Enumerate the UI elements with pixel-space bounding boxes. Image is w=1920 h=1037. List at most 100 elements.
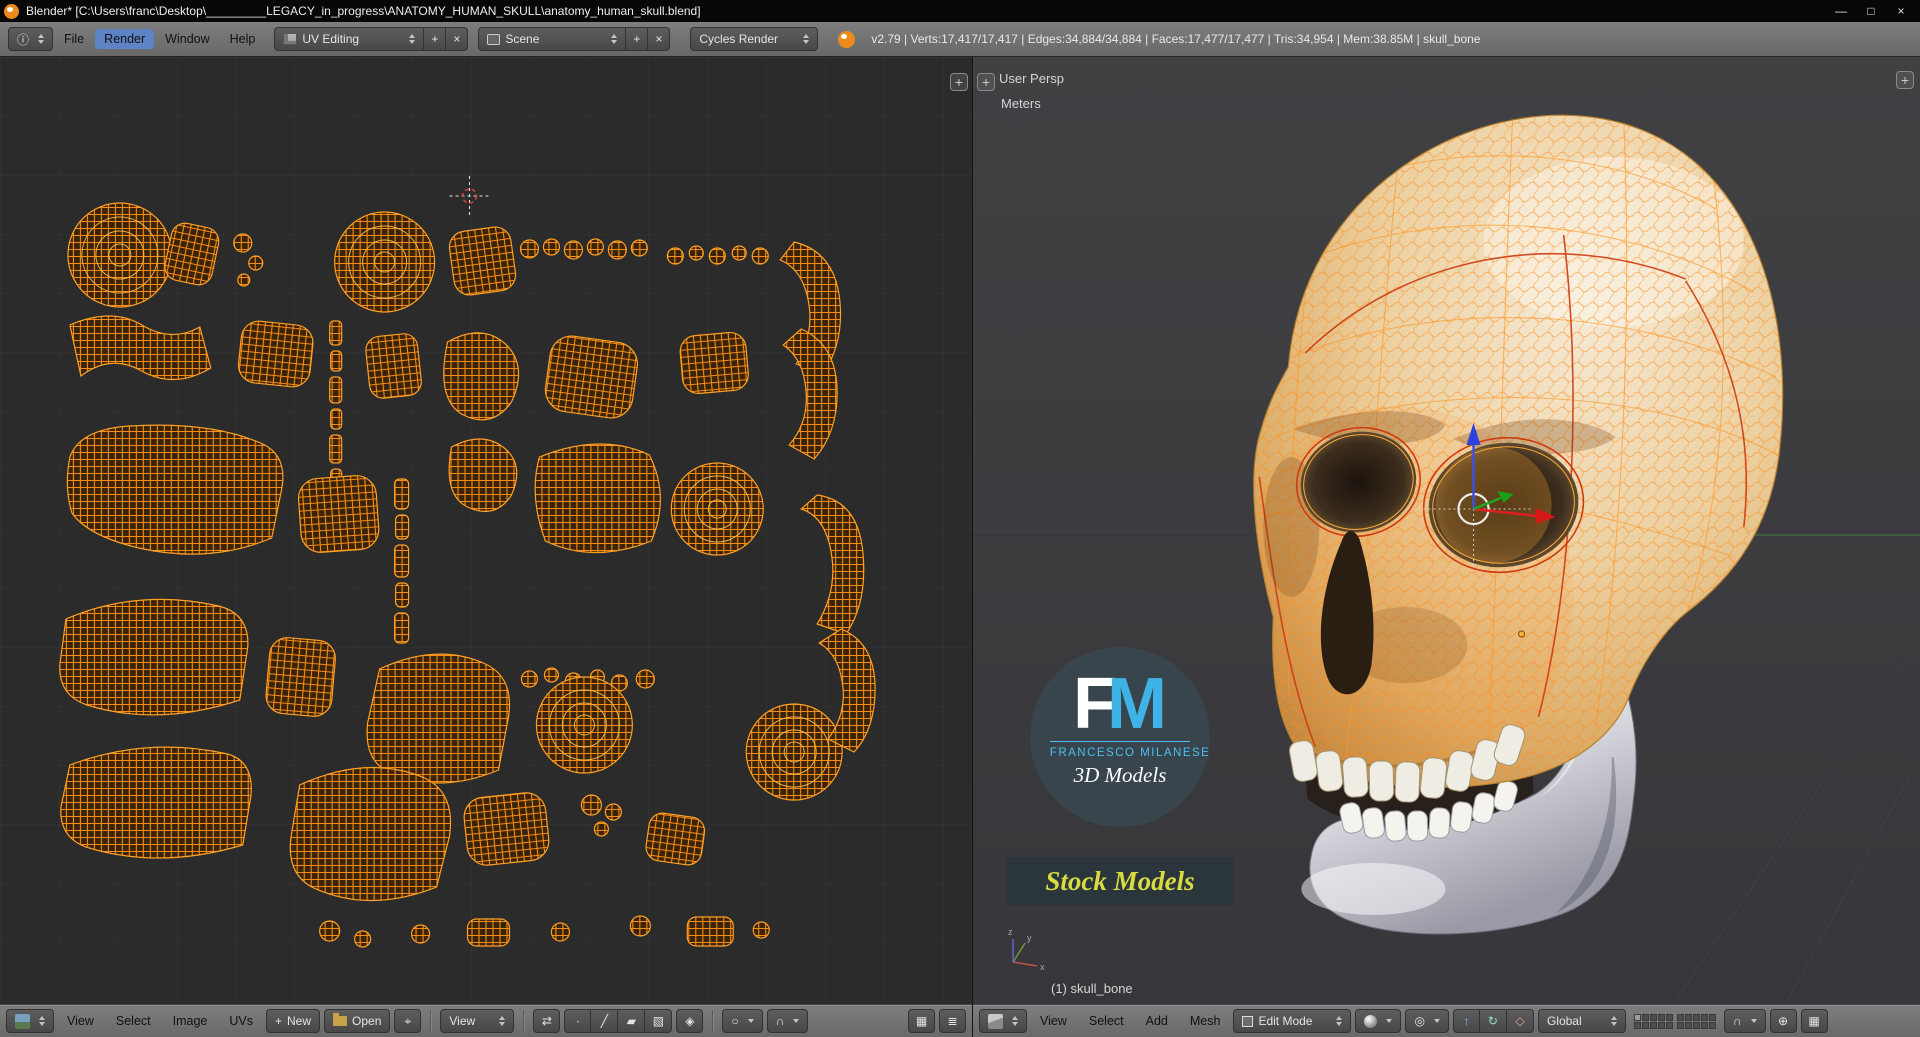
scene-icon [487, 33, 501, 45]
editor-type-button-image[interactable] [6, 1009, 54, 1033]
render-engine-value: Cycles Render [699, 32, 779, 46]
chevron-updown-icon [1750, 1019, 1757, 1023]
sticky-select-icon[interactable]: ◈ [676, 1009, 704, 1033]
screen-layout-value: UV Editing [302, 32, 360, 46]
v3d-menu-add[interactable]: Add [1137, 1011, 1177, 1031]
pivot-icon: ◎ [1414, 1014, 1425, 1028]
scene-value: Scene [505, 32, 540, 46]
uv-view-dropdown[interactable]: View [440, 1009, 515, 1033]
proportional-edit-icon[interactable]: ○ [722, 1009, 763, 1033]
screen-layout-dropdown[interactable]: UV Editing [274, 27, 425, 51]
scene-add-button[interactable]: + [626, 27, 649, 51]
editor-type-button-3d[interactable] [979, 1009, 1027, 1033]
uv-menu-uvs[interactable]: UVs [220, 1011, 262, 1031]
uv-editor-pane: + View Select Image UVs + New Open ⌖ Vie… [0, 57, 973, 1037]
render-preview-icon[interactable]: ▦ [1800, 1009, 1828, 1033]
snap-magnet-icon[interactable]: ∩ [1723, 1009, 1766, 1033]
chevron-updown-icon [1610, 1016, 1617, 1026]
plus-icon: + [275, 1014, 283, 1028]
pin-icon-button[interactable]: ⌖ [394, 1009, 422, 1033]
viewport-name-label: User Persp [999, 71, 1065, 86]
mode-dropdown[interactable]: Edit Mode [1233, 1009, 1352, 1033]
v3d-menu-view[interactable]: View [1031, 1011, 1076, 1031]
view3d-editor-icon [988, 1013, 1003, 1029]
mode-value: Edit Mode [1258, 1014, 1313, 1028]
uv-editor-header: View Select Image UVs + New Open ⌖ View … [0, 1004, 972, 1037]
uv-canvas[interactable]: + [0, 57, 972, 1004]
screen-layout-add-button[interactable]: + [424, 27, 447, 51]
uv-list-toggle-icon[interactable]: ≣ [939, 1009, 966, 1033]
object-origin-dot [1518, 630, 1526, 638]
active-object-label: (1) skull_bone [1051, 981, 1133, 996]
manipulator-translate-icon[interactable]: ↑ [1452, 1009, 1480, 1033]
pivot-point-dropdown[interactable]: ◎ [1405, 1009, 1449, 1033]
edit-mode-icon [1242, 1015, 1254, 1027]
menu-render[interactable]: Render [95, 29, 155, 49]
orientation-dropdown[interactable]: Global [1537, 1009, 1626, 1033]
maximize-button[interactable]: □ [1856, 0, 1886, 22]
region-expand-icon[interactable]: + [950, 73, 968, 91]
uv-canvas-svg [0, 57, 972, 1004]
chevron-updown-icon [747, 1019, 754, 1023]
uv-grid-toggle-icon[interactable]: ▦ [908, 1009, 935, 1033]
manipulator-rotate-icon[interactable]: ↻ [1479, 1009, 1507, 1033]
chevron-updown-icon [803, 34, 810, 44]
manipulator-scale-icon[interactable]: ◇ [1506, 1009, 1534, 1033]
viewport-pane: x y z User Persp Meters (1) skull_bone F… [973, 57, 1920, 1037]
folder-icon [333, 1013, 348, 1026]
blender-app-icon [4, 3, 19, 19]
snap-magnet-icon[interactable]: ∩ [766, 1009, 809, 1033]
region-expand-icon[interactable]: + [977, 73, 995, 91]
svg-text:z: z [1008, 927, 1013, 937]
open-image-button[interactable]: Open [324, 1009, 391, 1033]
orientation-value: Global [1546, 1014, 1582, 1028]
v3d-menu-mesh[interactable]: Mesh [1181, 1011, 1230, 1031]
island-select-icon[interactable]: ▧ [645, 1009, 673, 1033]
screen-layout-selector: UV Editing + × [274, 27, 469, 51]
info-editor-type-button[interactable]: ⓘ [8, 27, 54, 51]
new-image-button[interactable]: + New [266, 1009, 321, 1033]
chevron-updown-icon [611, 34, 618, 44]
chevron-updown-icon [38, 34, 45, 44]
render-engine-dropdown[interactable]: Cycles Render [690, 27, 819, 51]
viewport-header: View Select Add Mesh Edit Mode ◎ ↑ ↻ ◇ G… [973, 1004, 1920, 1037]
image-editor-icon [15, 1013, 30, 1029]
close-button[interactable]: × [1886, 0, 1916, 22]
vertex-select-icon[interactable]: ∙ [564, 1009, 592, 1033]
shading-sphere-icon [1364, 1014, 1378, 1028]
edge-select-icon[interactable]: ╱ [591, 1009, 619, 1033]
uv-menu-view[interactable]: View [58, 1011, 103, 1031]
uv-menu-image[interactable]: Image [164, 1011, 217, 1031]
menu-help[interactable]: Help [221, 29, 265, 49]
face-select-icon[interactable]: ▰ [618, 1009, 646, 1033]
svg-text:x: x [1040, 962, 1045, 972]
layers-widget[interactable] [1633, 1013, 1716, 1029]
menu-window[interactable]: Window [156, 29, 218, 49]
uv-select-mode-group: ∙ ╱ ▰ ▧ [564, 1009, 673, 1033]
v3d-menu-select[interactable]: Select [1080, 1011, 1133, 1031]
chevron-updown-icon [1433, 1019, 1440, 1023]
fm-letters: FM [1073, 664, 1167, 744]
svg-text:y: y [1027, 933, 1032, 943]
viewport-units-label: Meters [1001, 96, 1041, 111]
fm-models-label: 3D Models [1073, 763, 1167, 787]
screen-layout-delete-button[interactable]: × [446, 27, 469, 51]
region-expand-icon[interactable]: + [1896, 71, 1914, 89]
info-editor-icon: ⓘ [17, 32, 30, 47]
viewport-canvas[interactable]: x y z User Persp Meters (1) skull_bone F… [973, 57, 1920, 1004]
minimize-button[interactable]: — [1826, 0, 1856, 22]
window-title: Blender* [C:\Users\franc\Desktop\_______… [26, 4, 701, 18]
stock-models-banner: Stock Models [1007, 857, 1233, 905]
info-header: ⓘ File Render Window Help UV Editing + ×… [0, 22, 1920, 57]
window-titlebar: Blender* [C:\Users\franc\Desktop\_______… [0, 0, 1920, 22]
scene-dropdown[interactable]: Scene [478, 27, 627, 51]
uv-menu-select[interactable]: Select [107, 1011, 160, 1031]
scene-delete-button[interactable]: × [648, 27, 671, 51]
scene-stats-text: v2.79 | Verts:17,417/17,417 | Edges:34,8… [871, 32, 1481, 46]
chevron-updown-icon [1012, 1016, 1018, 1026]
chevron-updown-icon [39, 1016, 45, 1026]
uv-sync-select-icon[interactable]: ⇄ [533, 1009, 561, 1033]
snap-target-icon[interactable]: ⊕ [1769, 1009, 1797, 1033]
viewport-shading-dropdown[interactable] [1355, 1009, 1402, 1033]
menu-file[interactable]: File [55, 29, 93, 49]
